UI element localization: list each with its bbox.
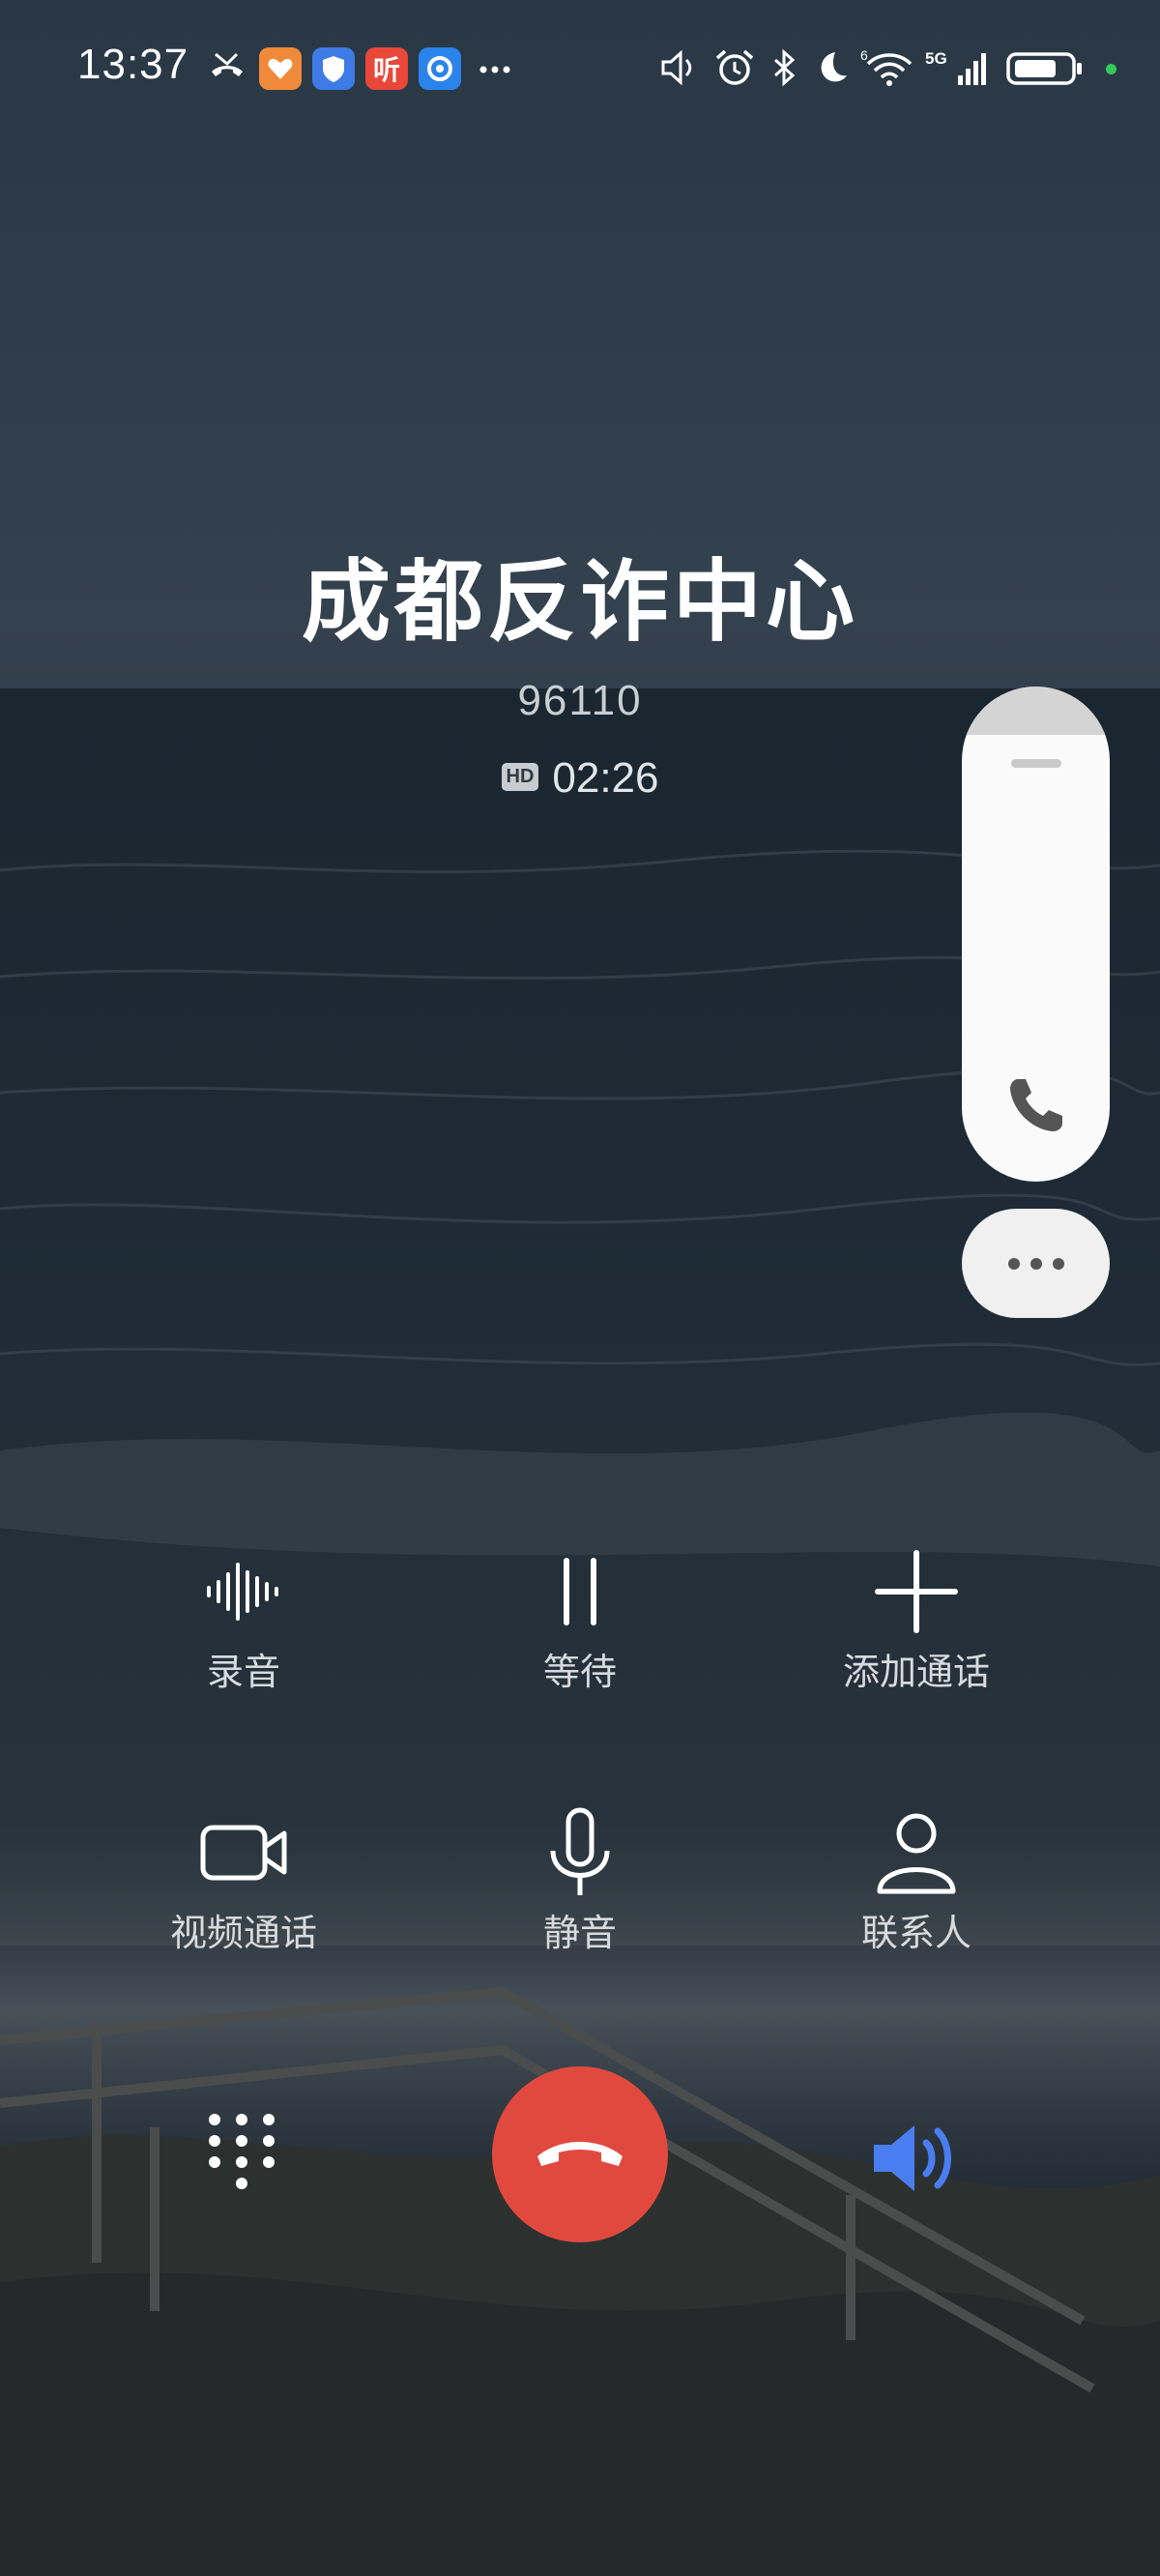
signal-5g-icon: 5G: [925, 49, 986, 85]
privacy-dot-icon: [1106, 64, 1116, 74]
network-5g-label: 5G: [925, 49, 947, 68]
app-listen-icon: 听: [365, 47, 408, 90]
battery-icon: [1006, 52, 1082, 85]
mute-button[interactable]: 静音: [445, 1806, 715, 1956]
video-call-label: 视频通话: [169, 1912, 317, 1954]
record-label: 录音: [206, 1651, 280, 1693]
caller-name: 成都反诈中心: [301, 550, 858, 654]
contacts-label: 联系人: [860, 1912, 972, 1954]
volume-icon: [661, 49, 692, 86]
dialpad-icon[interactable]: [203, 2108, 280, 2205]
floating-panel-top: [962, 687, 1110, 735]
hang-up-icon: [537, 2142, 623, 2166]
video-camera-icon: [200, 1825, 287, 1881]
person-icon: [877, 1813, 956, 1894]
status-bar: 13:37 听 6 5G: [0, 0, 1160, 145]
waveform-icon: [207, 1563, 278, 1621]
floating-call-window-handle[interactable]: [962, 687, 1110, 1182]
app-health-icon: [259, 47, 302, 90]
missed-call-icon: [212, 52, 243, 76]
wifi-6-label: 6: [860, 47, 868, 63]
wifi-icon: 6: [860, 47, 913, 86]
video-call-button[interactable]: 视频通话: [108, 1806, 379, 1956]
add-call-label: 添加通话: [842, 1651, 990, 1693]
app-browser-icon: [419, 47, 461, 90]
record-button[interactable]: 录音: [108, 1545, 379, 1695]
speaker-icon[interactable]: [870, 2116, 967, 2201]
more-icon: [479, 66, 510, 73]
hold-label: 等待: [542, 1651, 617, 1693]
pause-icon: [564, 1558, 596, 1625]
end-call-button[interactable]: [492, 2066, 668, 2242]
plus-icon: [875, 1550, 958, 1633]
bluetooth-icon: [774, 48, 796, 87]
hold-button[interactable]: 等待: [445, 1545, 715, 1695]
drag-handle-icon[interactable]: [1011, 759, 1061, 768]
hd-badge: HD: [501, 762, 539, 791]
contacts-button[interactable]: 联系人: [781, 1806, 1052, 1956]
add-call-button[interactable]: 添加通话: [781, 1545, 1052, 1695]
more-dots-icon: [1007, 1257, 1064, 1270]
microphone-icon: [550, 1807, 610, 1895]
do-not-disturb-icon: [821, 52, 847, 82]
phone-icon[interactable]: [1004, 1073, 1068, 1137]
app-shield-icon: [312, 47, 355, 90]
alarm-icon: [715, 49, 754, 85]
more-options-button[interactable]: [962, 1209, 1110, 1318]
status-time: 13:37: [77, 41, 189, 88]
mute-label: 静音: [542, 1912, 617, 1954]
call-duration: 02:26: [552, 754, 659, 802]
